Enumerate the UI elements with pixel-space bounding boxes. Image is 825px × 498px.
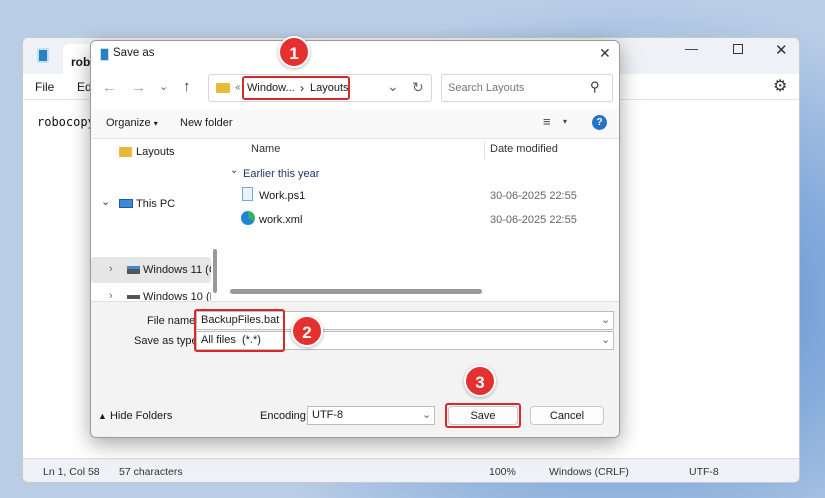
column-name[interactable]: Name [251, 143, 280, 155]
address-dropdown-chevron-icon[interactable]: ⌄ [387, 78, 399, 95]
status-chars: 57 characters [119, 466, 183, 478]
notepad-app-icon [37, 48, 49, 63]
recent-chevron-icon[interactable]: ⌄ [159, 80, 168, 93]
horizontal-scrollbar[interactable] [222, 287, 619, 297]
nav-scrollbar[interactable] [211, 139, 222, 301]
encoding-value: UTF-8 [312, 409, 344, 421]
hide-folders-label: Hide Folders [109, 410, 173, 422]
encoding-select[interactable]: UTF-8 ⌄ [307, 406, 435, 425]
nav-label: Layouts [136, 146, 175, 158]
notepad-content[interactable]: robocopy [37, 115, 95, 129]
file-date: 30-06-2025 22:55 [490, 190, 577, 202]
monitor-icon [119, 199, 133, 208]
maximize-icon[interactable] [733, 44, 743, 54]
search-box[interactable]: Search Layouts ⚲ [441, 74, 613, 102]
save-as-dialog: Save as ✕ ← → ⌄ ↑ « Window... › Layouts … [90, 40, 620, 438]
organize-caret-icon: ▾ [153, 119, 158, 128]
edge-file-icon [241, 211, 255, 225]
step-badge-1: 1 [278, 36, 310, 68]
navigation-pane: Layouts ⌄ This PC › Windows 11 (C › Wind… [91, 139, 218, 303]
folder-icon [216, 83, 230, 93]
file-name: work.xml [259, 214, 303, 226]
file-name-dropdown-icon[interactable]: ⌄ [601, 313, 610, 326]
status-encoding: UTF-8 [689, 466, 719, 478]
file-date: 30-06-2025 22:55 [490, 214, 577, 226]
nav-item-windows11[interactable]: › Windows 11 (C [91, 257, 217, 283]
notepad-statusbar: Ln 1, Col 58 57 characters 100% Windows … [23, 458, 799, 482]
caret-up-icon: ▲ [98, 411, 107, 421]
dialog-close-icon[interactable]: ✕ [599, 45, 611, 62]
search-icon: ⚲ [590, 79, 600, 94]
search-input[interactable]: Search Layouts [448, 82, 524, 94]
notepad-icon [100, 48, 109, 61]
save-button[interactable]: Save [448, 406, 518, 425]
address-bar[interactable]: « Window... › Layouts ⌄ ↻ [208, 74, 432, 102]
nav-label: Windows 11 (C [143, 264, 217, 276]
organize-label: Organize [106, 117, 151, 129]
dialog-toolbar: Organize ▾ New folder ≡ ▾ ? [91, 109, 619, 139]
dialog-title: Save as [113, 47, 155, 59]
breadcrumb-overflow[interactable]: « [235, 82, 241, 93]
menu-file[interactable]: File [35, 80, 54, 94]
column-divider [484, 141, 485, 159]
encoding-label: Encoding: [260, 410, 309, 422]
nav-label: This PC [136, 198, 176, 210]
view-list-icon[interactable]: ≡ [543, 114, 551, 129]
drive-icon [127, 266, 140, 274]
group-chevron-icon[interactable]: ⌄ [230, 165, 238, 176]
encoding-dropdown-icon[interactable]: ⌄ [422, 408, 431, 421]
breadcrumb-part1[interactable]: Window... [247, 82, 295, 94]
h-scroll-thumb[interactable] [230, 289, 482, 294]
breadcrumb-part2[interactable]: Layouts [310, 82, 349, 94]
status-zoom: 100% [489, 466, 516, 478]
breadcrumb-arrow: › [300, 81, 304, 95]
view-caret-icon[interactable]: ▾ [563, 117, 567, 126]
nav-item-this-pc[interactable]: ⌄ This PC [99, 195, 209, 213]
save-type-label: Save as type: [134, 335, 201, 347]
step-badge-2: 2 [291, 315, 323, 347]
file-name: Work.ps1 [259, 190, 306, 202]
status-line-ending: Windows (CRLF) [549, 466, 629, 478]
status-position: Ln 1, Col 58 [43, 466, 100, 478]
help-icon[interactable]: ? [592, 115, 607, 130]
column-date[interactable]: Date modified [490, 143, 558, 155]
script-file-icon [242, 187, 253, 201]
filename-type-highlight [194, 309, 285, 352]
folder-icon [119, 147, 132, 157]
new-folder-button[interactable]: New folder [180, 117, 233, 129]
close-icon[interactable]: ✕ [775, 41, 788, 59]
file-row[interactable]: work.xml 30-06-2025 22:55 [222, 208, 617, 230]
forward-arrow-icon[interactable]: → [131, 79, 146, 96]
settings-gear-icon[interactable]: ⚙ [773, 76, 787, 96]
expand-chevron-icon[interactable]: ⌄ [101, 195, 110, 208]
dialog-lower-pane: File name: BackupFiles.bat ⌄ Save as typ… [91, 301, 619, 437]
organize-button[interactable]: Organize ▾ [106, 117, 158, 129]
dialog-titlebar: Save as ✕ [91, 41, 619, 69]
minimize-icon[interactable]: — [685, 41, 698, 56]
file-name-label: File name: [147, 315, 199, 327]
hide-folders-button[interactable]: ▲ Hide Folders [98, 410, 172, 422]
file-list: Name Date modified ⌄ Earlier this year W… [222, 139, 619, 301]
save-type-dropdown-icon[interactable]: ⌄ [601, 333, 610, 346]
drive-icon [127, 295, 140, 299]
back-arrow-icon[interactable]: ← [102, 79, 117, 96]
refresh-icon[interactable]: ↻ [412, 79, 424, 96]
group-header[interactable]: Earlier this year [243, 168, 319, 180]
cancel-button[interactable]: Cancel [530, 406, 604, 425]
step-badge-3: 3 [464, 365, 496, 397]
up-arrow-icon[interactable]: ↑ [183, 78, 191, 95]
file-row[interactable]: Work.ps1 30-06-2025 22:55 [222, 184, 617, 206]
breadcrumb-highlight: Window... › Layouts [242, 76, 350, 100]
collapsed-chevron-icon[interactable]: › [109, 263, 113, 275]
nav-scroll-thumb[interactable] [213, 249, 217, 293]
nav-item-layouts[interactable]: Layouts [119, 143, 209, 161]
